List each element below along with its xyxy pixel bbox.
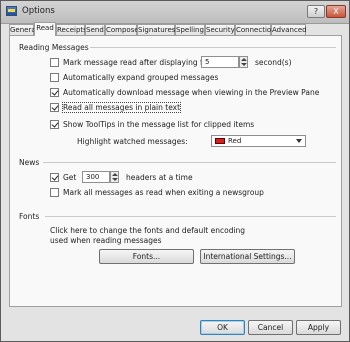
outlook-express-icon [6, 6, 17, 16]
tab-general[interactable]: General [9, 24, 38, 35]
highlight-label: Highlight watched messages: [77, 137, 188, 146]
highlight-color-value: Red [228, 137, 242, 145]
tab-advanced[interactable]: Advanced [271, 24, 307, 35]
fonts-description-line1: Click here to change the fonts and defau… [50, 226, 246, 235]
close-button[interactable]: X [326, 5, 346, 18]
auto-download-label: Automatically download message when view… [63, 88, 320, 97]
fonts-description-line2: used when reading messages [50, 236, 162, 245]
tab-spelling[interactable]: Spelling [175, 24, 205, 35]
section-divider [90, 47, 336, 48]
mark-read-label: Mark message read after displaying for [63, 58, 211, 67]
plain-text-checkbox[interactable] [50, 103, 59, 112]
tab-security[interactable]: Security [205, 24, 235, 35]
reading-section-title: Reading Messages [19, 43, 89, 52]
headers-suffix-label: headers at a time [126, 173, 193, 182]
mark-read-spinner[interactable] [239, 56, 248, 68]
red-color-swatch [215, 138, 225, 144]
headers-count-input[interactable]: 300 [82, 171, 110, 183]
tab-compose[interactable]: Compose [105, 24, 139, 35]
headers-count-spinner[interactable] [110, 171, 119, 183]
news-section-title: News [19, 158, 40, 167]
expand-grouped-label: Automatically expand grouped messages [63, 73, 219, 82]
help-button[interactable]: ? [307, 5, 325, 18]
tab-connection[interactable]: Connection [235, 24, 276, 35]
tab-signatures[interactable]: Signatures [137, 24, 175, 35]
options-dialog: Options ? X General Read Receipts Send C… [0, 0, 350, 342]
cancel-button[interactable]: Cancel [248, 320, 293, 335]
seconds-unit-label: second(s) [255, 58, 292, 67]
tab-receipts[interactable]: Receipts [56, 24, 87, 35]
plain-text-label: Read all messages in plain text [61, 102, 182, 113]
expand-grouped-checkbox[interactable] [50, 73, 59, 82]
get-label: Get [63, 173, 77, 182]
mark-read-checkbox[interactable] [50, 58, 59, 67]
fonts-section-title: Fonts [19, 212, 40, 221]
fonts-button[interactable]: Fonts... [99, 249, 194, 264]
tab-send[interactable]: Send [85, 24, 105, 35]
tooltips-label: Show ToolTips in the message list for cl… [63, 120, 255, 129]
tooltips-checkbox[interactable] [50, 120, 59, 129]
tab-read[interactable]: Read [34, 22, 56, 36]
auto-download-checkbox[interactable] [50, 88, 59, 97]
mark-all-read-checkbox[interactable] [50, 188, 59, 197]
highlight-color-select[interactable]: Red [211, 135, 306, 147]
section-divider [43, 162, 336, 163]
mark-all-read-label: Mark all messages as read when exiting a… [63, 188, 264, 197]
read-tab-panel: Reading Messages Mark message read after… [9, 35, 342, 307]
international-settings-button[interactable]: International Settings... [200, 249, 295, 264]
section-divider [45, 216, 336, 217]
chevron-down-icon [296, 139, 302, 143]
mark-read-seconds-input[interactable]: 5 [201, 56, 239, 68]
title-bar: Options ? X [1, 1, 349, 24]
get-headers-checkbox[interactable] [50, 173, 59, 182]
apply-button[interactable]: Apply [296, 320, 341, 335]
window-title: Options [22, 6, 55, 16]
ok-button[interactable]: OK [200, 320, 245, 335]
